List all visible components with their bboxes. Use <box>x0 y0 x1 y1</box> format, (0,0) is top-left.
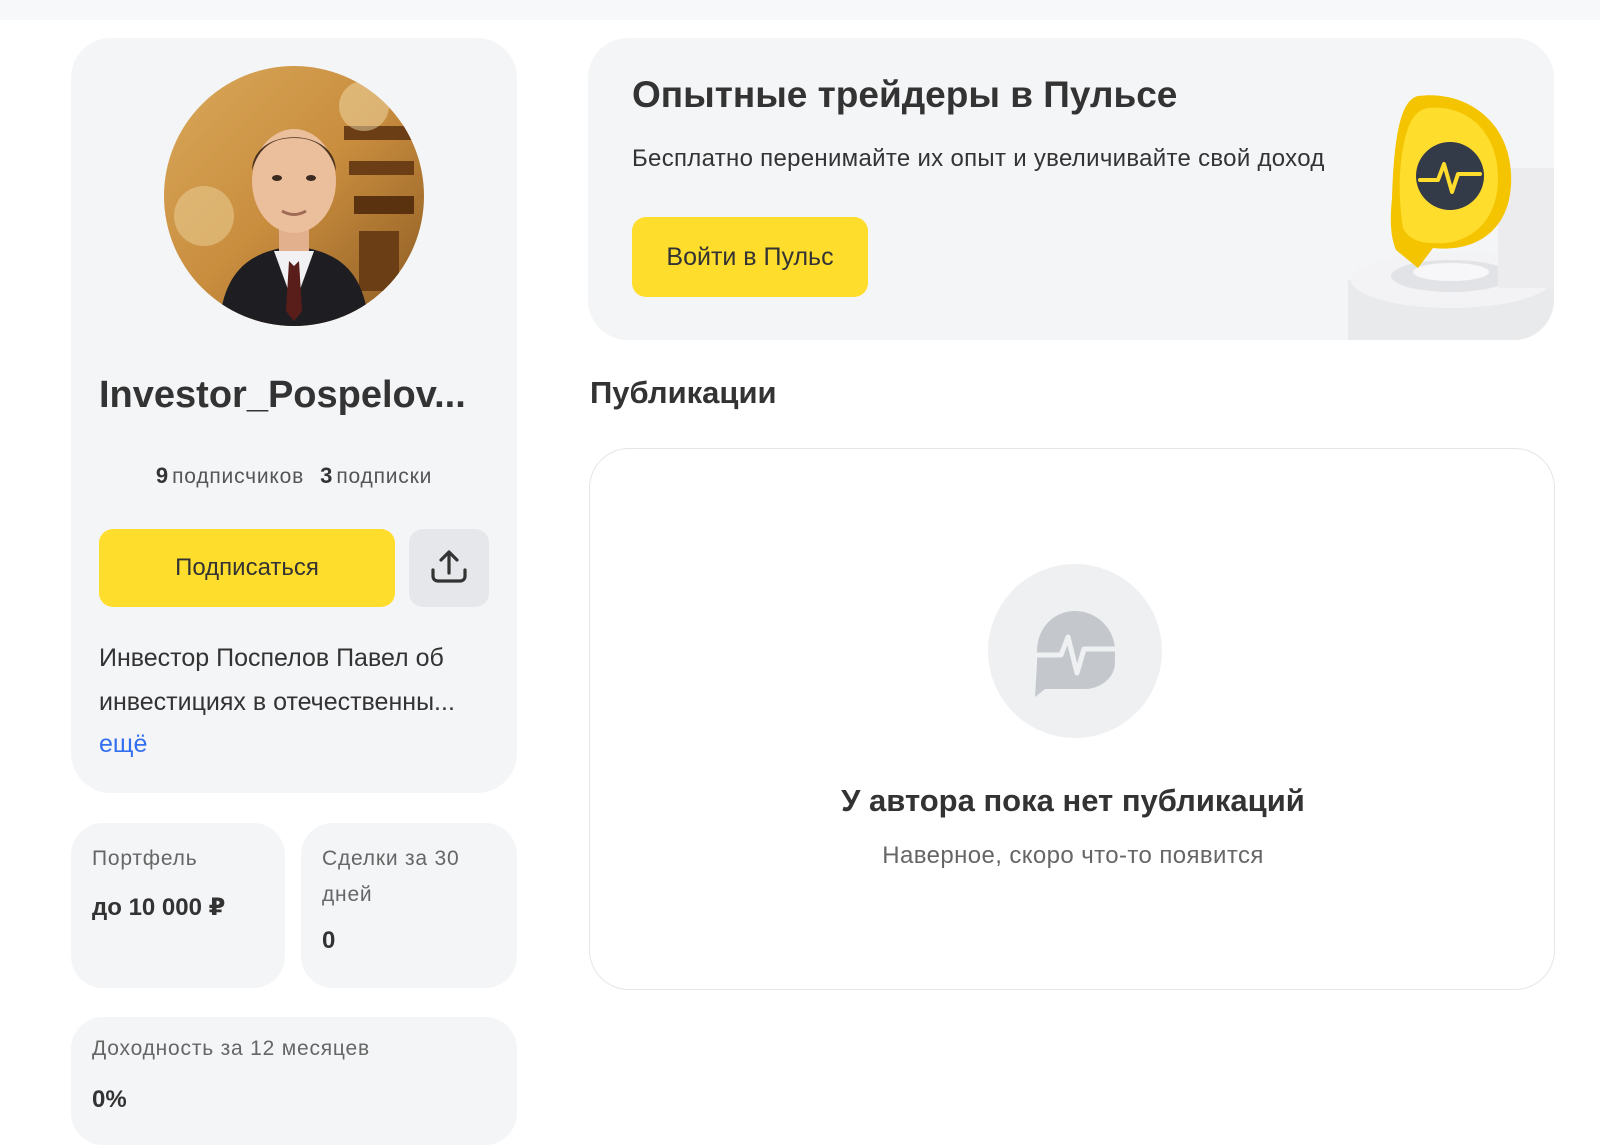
followers-label[interactable]: подписчиков <box>172 465 304 488</box>
following-count[interactable]: 3 <box>320 463 332 488</box>
profile-description: Инвестор Поспелов Павел об инвестициях в… <box>99 636 494 724</box>
promo-subtitle: Бесплатно перенимайте их опыт и увеличив… <box>632 145 1325 172</box>
yield-label: Доходность за 12 месяцев <box>92 1037 370 1060</box>
profile-username: Investor_Pospelov... <box>99 374 466 416</box>
description-line: инвестициях в отечественны... <box>99 688 455 716</box>
empty-state-subtitle: Наверное, скоро что-то появится <box>882 842 1264 869</box>
login-pulse-button[interactable]: Войти в Пульс <box>632 217 868 297</box>
promo-title: Опытные трейдеры в Пульсе <box>632 74 1178 115</box>
yield-card: Доходность за 12 месяцев 0% <box>71 1017 517 1145</box>
following-label[interactable]: подписки <box>336 465 432 488</box>
yield-value: 0% <box>92 1086 127 1113</box>
avatar <box>164 66 424 326</box>
publications-section-title: Публикации <box>590 375 777 410</box>
description-line: Инвестор Поспелов Павел об <box>99 644 444 672</box>
followers-count[interactable]: 9 <box>156 463 168 488</box>
publications-empty-state: У автора пока нет публикаций Наверное, с… <box>589 448 1555 990</box>
share-upload-icon <box>429 546 469 591</box>
top-bar <box>0 0 1600 20</box>
deals-value: 0 <box>322 927 336 954</box>
deals-label-line1: Сделки за 30 <box>322 847 460 870</box>
portfolio-value: до 10 000 ₽ <box>92 894 226 921</box>
pulse-logo-illustration <box>1348 78 1554 340</box>
profile-card: Investor_Pospelov... 9 подписчиков 3 подпис… <box>71 38 517 793</box>
show-more-link[interactable]: ещё <box>99 722 147 766</box>
share-button[interactable] <box>409 529 489 607</box>
subscribe-button[interactable]: Подписаться <box>99 529 395 607</box>
profile-stats: 9 подписчиков 3 подписки <box>71 463 517 489</box>
empty-state-title: У автора пока нет публикаций <box>841 783 1305 818</box>
portfolio-card: Портфель до 10 000 ₽ <box>71 823 285 988</box>
deals-label-line2: дней <box>322 883 373 906</box>
portfolio-label: Портфель <box>92 847 198 870</box>
pulse-logo-icon <box>988 564 1162 738</box>
pulse-promo-card: Опытные трейдеры в Пульсе Бесплатно пере… <box>588 38 1554 340</box>
deals-card: Сделки за 30 дней 0 <box>301 823 517 988</box>
